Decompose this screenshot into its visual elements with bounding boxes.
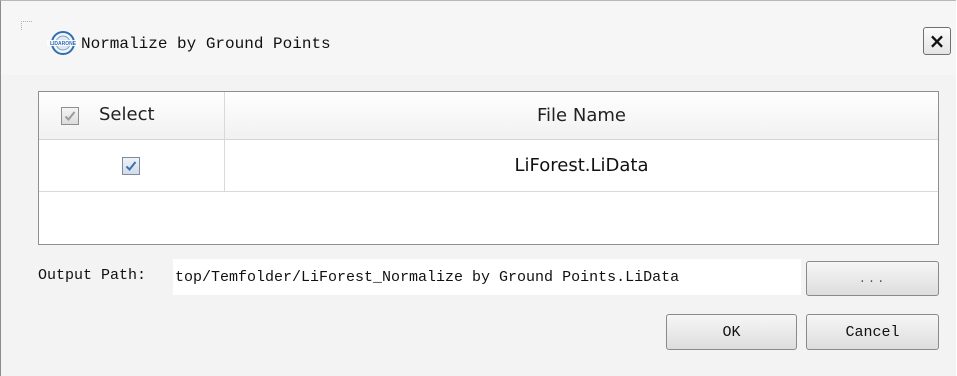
table-header: Select File Name — [39, 92, 938, 140]
app-logo-icon: LIDARONE — [46, 29, 80, 57]
file-table: Select File Name LiForest.LiData — [38, 91, 939, 245]
normalize-dialog: LIDARONE Normalize by Ground Points × Se… — [0, 0, 956, 376]
browse-button[interactable]: ... — [806, 261, 939, 296]
ok-button[interactable]: OK — [666, 314, 797, 350]
logo-text: LIDARONE — [50, 41, 77, 47]
table-row[interactable]: LiForest.LiData — [39, 140, 938, 192]
checkmark-icon — [64, 111, 76, 121]
column-header-file-name[interactable]: File Name — [225, 92, 938, 139]
header-select-column[interactable]: Select — [39, 92, 225, 139]
output-path-label: Output Path: — [38, 267, 147, 284]
dialog-title: Normalize by Ground Points — [81, 35, 331, 53]
window-grip-icon — [21, 21, 32, 30]
row-select-cell — [39, 140, 225, 191]
select-all-checkbox[interactable] — [61, 107, 79, 125]
column-header-select: Select — [99, 104, 155, 125]
row-checkbox[interactable] — [122, 157, 140, 175]
close-button[interactable]: × — [923, 27, 951, 55]
output-path-input[interactable] — [173, 259, 801, 295]
title-bar[interactable]: LIDARONE Normalize by Ground Points × — [1, 1, 956, 75]
cancel-button[interactable]: Cancel — [806, 314, 939, 350]
row-file-name: LiForest.LiData — [514, 155, 649, 176]
checkmark-icon — [125, 161, 137, 171]
